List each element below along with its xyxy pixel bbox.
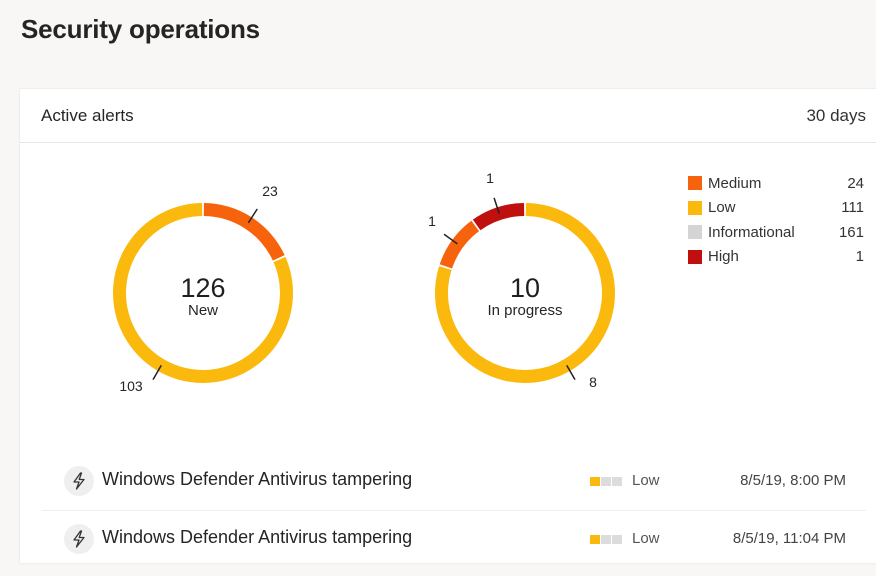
legend-value: 24 [847, 174, 864, 192]
donut-slice-medium[interactable] [439, 220, 480, 269]
severity-bar-segment [590, 535, 600, 544]
legend-swatch [688, 249, 702, 264]
severity-bar-segment [612, 535, 622, 544]
severity-bar-segment [601, 477, 611, 486]
active-alerts-card: Active alerts 30 days 23 103 126 New 811 … [20, 89, 876, 563]
page-title: Security operations [21, 14, 260, 44]
legend-label: Medium [708, 174, 762, 192]
donut-center-value: 126 [180, 273, 225, 303]
severity-label: Low [632, 472, 660, 489]
severity-label: Low [632, 530, 660, 547]
donut-slice-medium[interactable] [203, 203, 285, 261]
donut-in-progress[interactable]: 8 1 1 10 In progress [428, 170, 616, 390]
donut-center-value: 10 [510, 273, 540, 303]
severity-bars [590, 535, 623, 544]
legend-label: Informational [708, 223, 795, 241]
alert-row[interactable]: Windows Defender Antivirus tampering Low… [42, 512, 866, 568]
severity-legend: Medium 24 Low 111 Informational 161 High… [688, 171, 864, 269]
legend-value: 1 [855, 248, 864, 266]
alert-title[interactable]: Windows Defender Antivirus tampering [102, 527, 412, 548]
alert-time: 8/5/19, 8:00 PM [740, 472, 846, 489]
legend-value: 111 [841, 199, 864, 217]
legend-item-informational[interactable]: Informational 161 [688, 220, 864, 245]
legend-value: 161 [838, 223, 864, 241]
legend-item-low[interactable]: Low 111 [688, 196, 864, 221]
legend-label: Low [708, 199, 736, 217]
donut-center-label: In progress [487, 302, 562, 319]
donut-slice-high[interactable] [472, 203, 525, 231]
donut-center-label: New [188, 302, 218, 319]
severity-bar-segment [612, 477, 622, 486]
alert-row[interactable]: Windows Defender Antivirus tampering Low… [42, 454, 866, 511]
legend-swatch [688, 176, 702, 191]
slice-value-label: 8 [589, 374, 597, 390]
severity-bar-segment [590, 477, 600, 486]
lightning-icon [64, 524, 94, 554]
slice-value-label: 1 [428, 213, 436, 229]
alert-title[interactable]: Windows Defender Antivirus tampering [102, 469, 412, 490]
slice-value-label: 103 [119, 378, 143, 394]
slice-value-label: 1 [486, 170, 494, 186]
donut-new[interactable]: 23 103 126 New [112, 183, 293, 394]
donut-charts: 23 103 126 New 8 1 1 10 In progress [112, 170, 616, 394]
lightning-icon [64, 466, 94, 496]
legend-swatch [688, 200, 702, 215]
severity-bars [590, 477, 623, 486]
slice-value-label: 23 [262, 183, 278, 199]
legend-label: High [708, 248, 739, 266]
legend-swatch [688, 225, 702, 240]
severity-bar-segment [601, 535, 611, 544]
alert-time: 8/5/19, 11:04 PM [732, 530, 846, 547]
legend-item-medium[interactable]: Medium 24 [688, 171, 864, 196]
legend-item-high[interactable]: High 1 [688, 245, 864, 270]
